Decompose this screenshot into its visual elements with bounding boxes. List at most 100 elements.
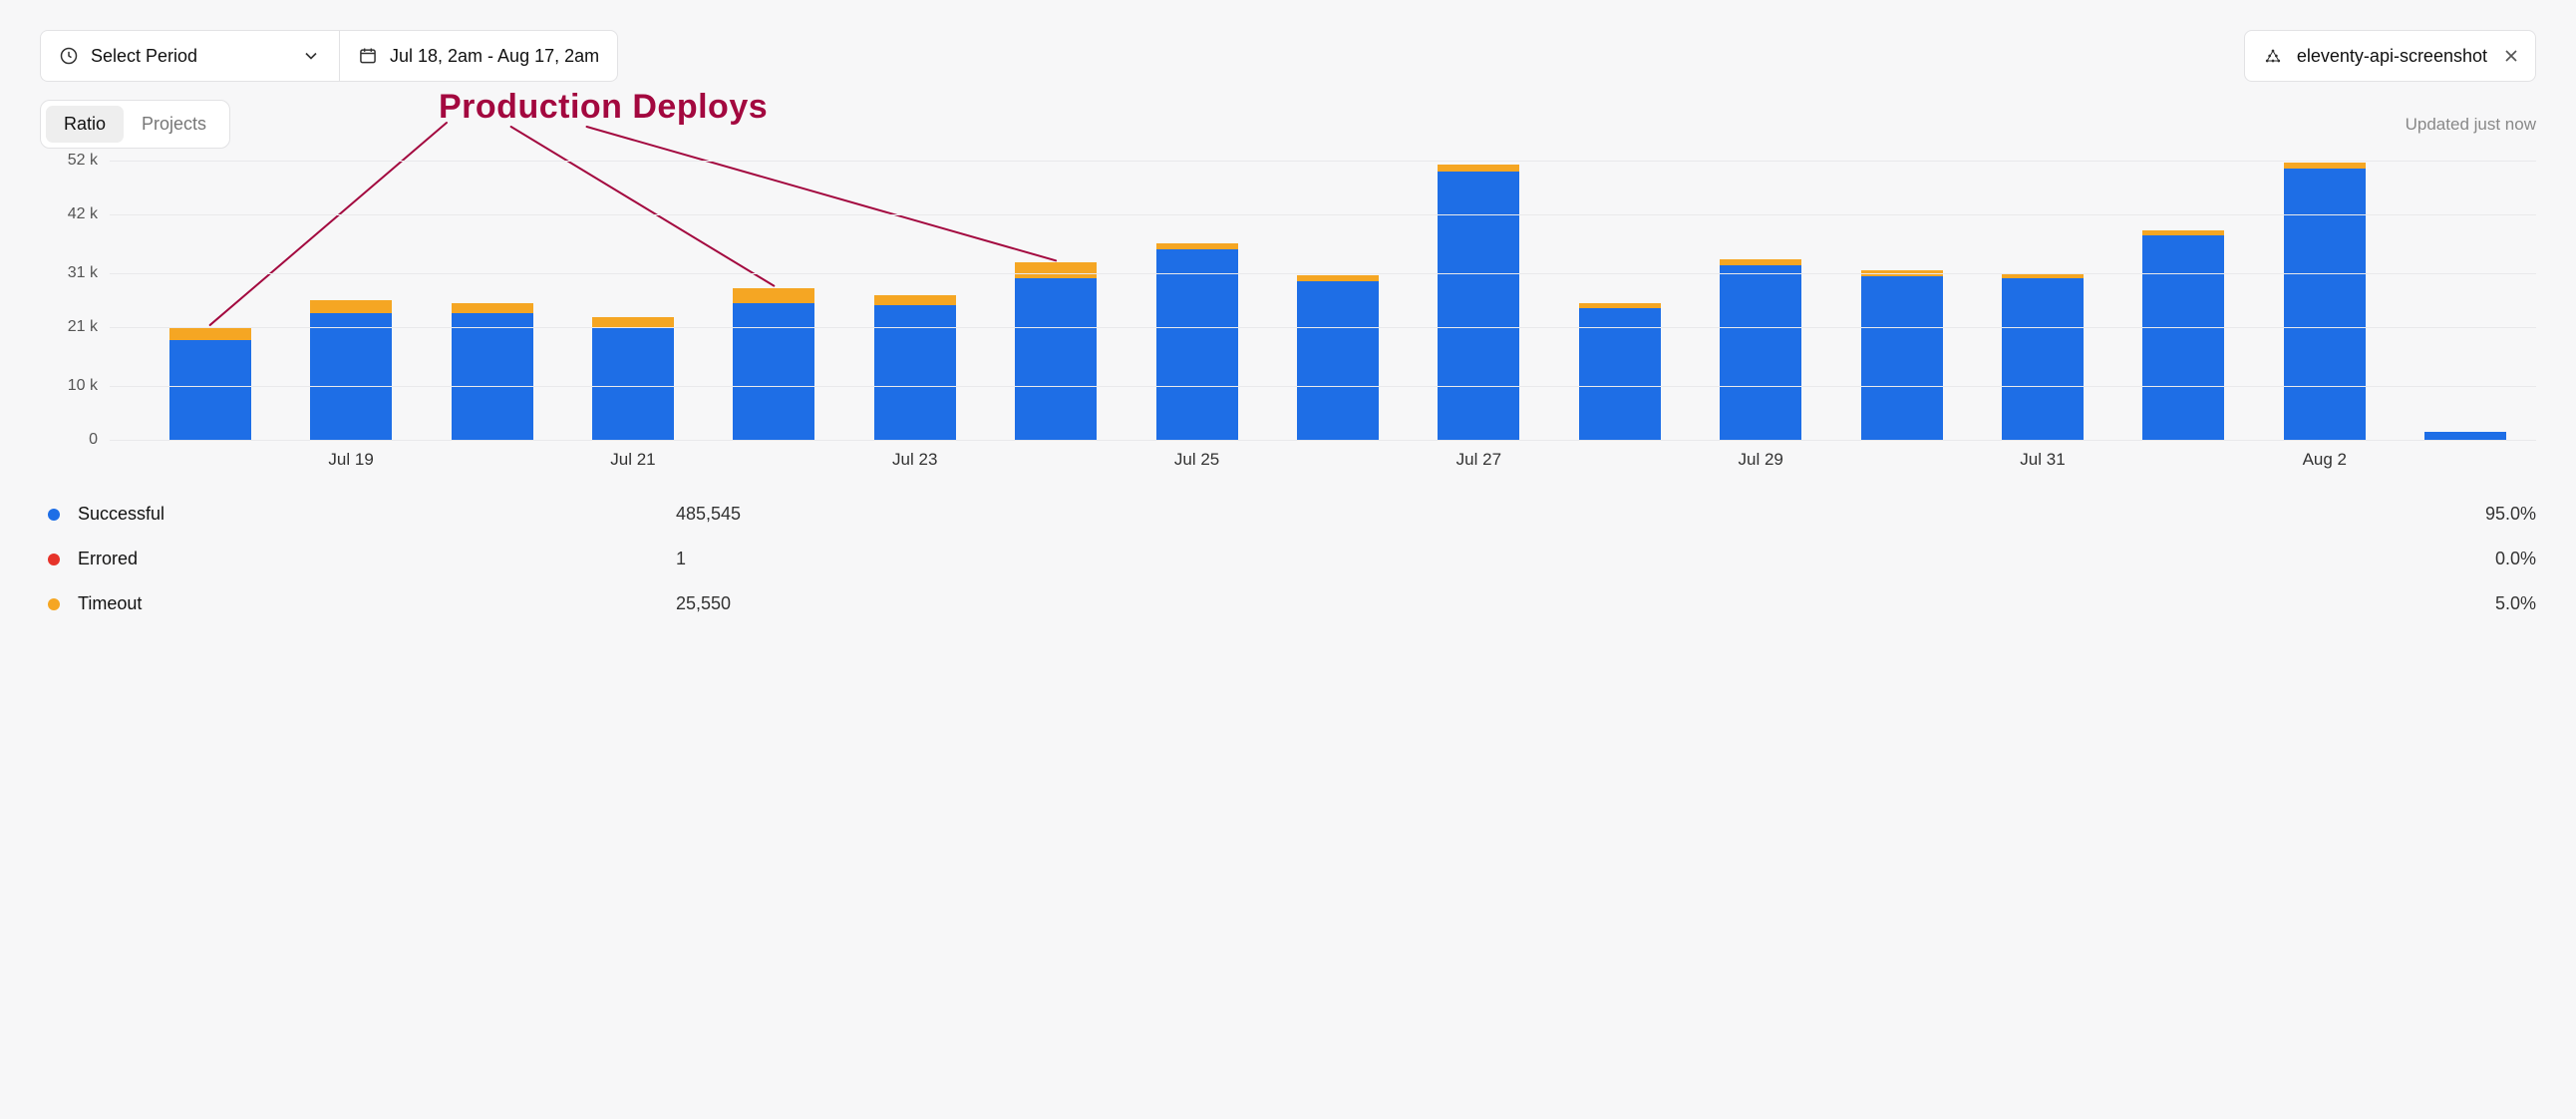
- chevron-down-icon: [301, 46, 321, 66]
- legend-count: 25,550: [676, 593, 2495, 614]
- bar-slot: Aug 2: [2254, 161, 2395, 440]
- bar[interactable]: [2424, 432, 2506, 440]
- legend-count: 1: [676, 549, 2495, 569]
- y-tick-label: 21 k: [68, 318, 98, 336]
- bar-segment-successful: [1438, 172, 1519, 440]
- y-tick-label: 31 k: [68, 264, 98, 282]
- x-tick-label: Jul 19: [328, 450, 373, 470]
- legend-row: Timeout25,5505.0%: [48, 581, 2536, 626]
- bar-slot: Jul 31: [1972, 161, 2112, 440]
- project-filter-pill[interactable]: eleventy-api-screenshot: [2244, 30, 2536, 82]
- bar-slot: [985, 161, 1126, 440]
- legend-row: Errored10.0%: [48, 537, 2536, 581]
- legend-pct: 95.0%: [2485, 504, 2536, 525]
- bar-slot: [140, 161, 280, 440]
- clock-icon: [59, 46, 79, 66]
- bar[interactable]: [169, 327, 251, 440]
- bar[interactable]: [2284, 163, 2366, 440]
- bar-segment-successful: [2284, 169, 2366, 440]
- tab-ratio[interactable]: Ratio: [46, 106, 124, 143]
- bar[interactable]: [310, 300, 392, 440]
- bar-segment-timeout: [169, 327, 251, 340]
- y-tick-label: 42 k: [68, 205, 98, 223]
- bar-segment-timeout: [452, 303, 533, 314]
- bar-segment-successful: [1720, 265, 1801, 440]
- x-tick-label: Jul 21: [610, 450, 655, 470]
- bar-slot: [1267, 161, 1408, 440]
- bar-segment-timeout: [874, 295, 956, 306]
- bar-segment-successful: [1297, 281, 1379, 440]
- tab-ratio-label: Ratio: [64, 114, 106, 134]
- bar-segment-timeout: [733, 288, 814, 303]
- bar-slot: [2113, 161, 2254, 440]
- x-tick-label: Jul 23: [892, 450, 937, 470]
- bar-segment-successful: [2002, 278, 2084, 440]
- bar-segment-successful: [1861, 276, 1943, 440]
- bar-segment-timeout: [310, 300, 392, 313]
- legend-pct: 5.0%: [2495, 593, 2536, 614]
- bar[interactable]: [874, 295, 956, 440]
- bar-segment-successful: [874, 305, 956, 440]
- bar[interactable]: [1438, 165, 1519, 440]
- legend: Successful485,54595.0%Errored10.0%Timeou…: [48, 492, 2536, 626]
- bar[interactable]: [1015, 262, 1097, 440]
- legend-dot: [48, 554, 60, 565]
- legend-dot: [48, 598, 60, 610]
- bar-slot: [704, 161, 844, 440]
- bar-segment-successful: [1156, 249, 1238, 440]
- bar[interactable]: [2002, 273, 2084, 440]
- bar-slot: [1831, 161, 1972, 440]
- date-range-picker[interactable]: Jul 18, 2am - Aug 17, 2am: [339, 30, 618, 82]
- grid-line: [110, 327, 2536, 328]
- bar-slot: Jul 25: [1127, 161, 1267, 440]
- bar[interactable]: [1861, 270, 1943, 440]
- bar-segment-successful: [2424, 432, 2506, 440]
- grid-line: [110, 273, 2536, 274]
- annotation-label: Production Deploys: [439, 88, 768, 127]
- bar[interactable]: [2142, 230, 2224, 440]
- period-select[interactable]: Select Period: [40, 30, 339, 82]
- period-select-label: Select Period: [91, 46, 197, 67]
- x-tick-label: Jul 31: [2020, 450, 2065, 470]
- bar-segment-successful: [733, 303, 814, 440]
- grid-line: [110, 161, 2536, 162]
- grid-line: [110, 440, 2536, 441]
- view-tabs: Ratio Projects: [40, 100, 230, 149]
- bar-segment-successful: [2142, 235, 2224, 440]
- x-tick-label: Jul 27: [1456, 450, 1501, 470]
- date-range-label: Jul 18, 2am - Aug 17, 2am: [390, 46, 599, 67]
- legend-dot: [48, 509, 60, 521]
- calendar-icon: [358, 46, 378, 66]
- x-tick-label: Jul 29: [1738, 450, 1782, 470]
- bar-slot: Jul 23: [844, 161, 985, 440]
- bar-segment-timeout: [1015, 262, 1097, 278]
- bar[interactable]: [1297, 275, 1379, 440]
- bar-segment-successful: [169, 340, 251, 440]
- bar-segment-successful: [592, 327, 674, 440]
- bar-slot: Jul 27: [1409, 161, 1549, 440]
- bar-slot: [422, 161, 562, 440]
- bar[interactable]: [592, 317, 674, 440]
- bar[interactable]: [733, 288, 814, 440]
- y-tick-label: 52 k: [68, 152, 98, 170]
- updated-label: Updated just now: [2406, 115, 2536, 135]
- x-tick-label: Jul 25: [1174, 450, 1219, 470]
- bar-segment-timeout: [592, 317, 674, 327]
- bar-slot: Jul 29: [1690, 161, 1830, 440]
- tab-projects-label: Projects: [142, 114, 206, 134]
- x-tick-label: Aug 2: [2303, 450, 2347, 470]
- legend-pct: 0.0%: [2495, 549, 2536, 569]
- y-tick-label: 0: [89, 431, 98, 449]
- bar-slot: [2396, 161, 2536, 440]
- bar[interactable]: [452, 303, 533, 440]
- grid-line: [110, 386, 2536, 387]
- bar-segment-successful: [310, 313, 392, 440]
- grid-line: [110, 214, 2536, 215]
- close-icon[interactable]: [2501, 46, 2521, 66]
- bar-slot: Jul 19: [280, 161, 421, 440]
- bar-slot: Jul 21: [562, 161, 703, 440]
- tab-projects[interactable]: Projects: [124, 106, 224, 143]
- y-tick-label: 10 k: [68, 377, 98, 395]
- bar[interactable]: [1720, 259, 1801, 440]
- bar[interactable]: [1579, 303, 1661, 440]
